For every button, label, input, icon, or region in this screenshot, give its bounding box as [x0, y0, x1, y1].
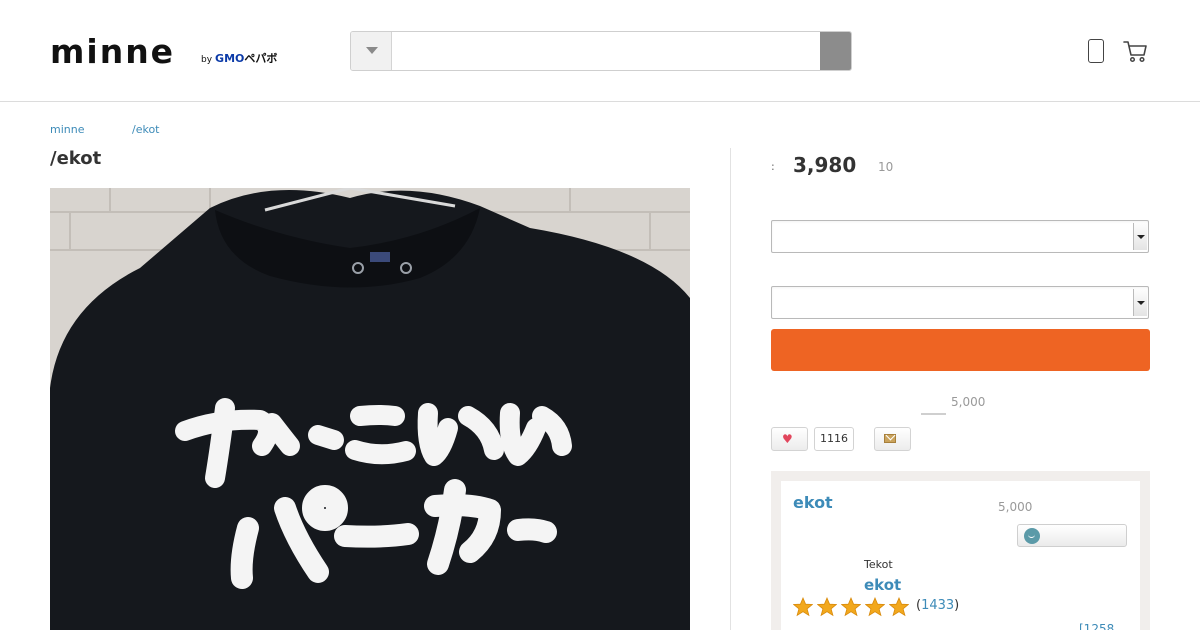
star-icon: [865, 597, 885, 617]
site-header: minne by GMOペパボ: [0, 0, 1200, 102]
review-count: (1433): [916, 598, 959, 613]
follow-button[interactable]: [1017, 524, 1127, 547]
logo-byline: by GMOペパボ: [201, 53, 277, 66]
option-select-1[interactable]: [771, 220, 1149, 253]
star-icon: [889, 597, 909, 617]
breadcrumb-home-link[interactable]: minne: [50, 123, 84, 136]
shop-name-link[interactable]: ekot: [793, 493, 833, 512]
review-count-link[interactable]: 1433: [921, 598, 954, 613]
artist-name-link[interactable]: ekot: [864, 576, 901, 594]
add-to-cart-button[interactable]: [771, 329, 1150, 371]
shipping-divider: [921, 413, 946, 415]
star-icon: [841, 597, 861, 617]
logo-pepabo-text: ペパボ: [244, 52, 278, 65]
review-count-close: ): [954, 598, 960, 613]
chevron-down-icon: [1133, 223, 1147, 250]
shop-card: ekot 5,000 Tekot ekot (1433) [1258: [771, 471, 1150, 630]
rating-stars: [793, 597, 913, 619]
quantity-select[interactable]: [771, 286, 1149, 319]
free-shipping-threshold: 5,000: [951, 395, 986, 409]
search-button[interactable]: [820, 32, 851, 70]
message-button[interactable]: [874, 427, 911, 451]
search-bar: [350, 31, 852, 71]
page-title: /ekot: [50, 148, 102, 169]
cart-icon[interactable]: [1122, 38, 1148, 64]
artist-label: Tekot: [864, 558, 893, 571]
chevron-down-icon: [1133, 289, 1147, 316]
search-input[interactable]: [393, 32, 820, 70]
shop-item-count[interactable]: [1258: [1079, 622, 1114, 630]
search-category-select[interactable]: [351, 32, 392, 70]
logo-by-text: by: [201, 55, 213, 65]
mail-icon: [884, 434, 896, 443]
price: 3,980: [793, 153, 857, 177]
favorite-count: 1116: [814, 427, 854, 451]
column-divider: [730, 148, 731, 630]
chevron-down-icon: [366, 47, 378, 54]
product-image[interactable]: [50, 188, 690, 630]
logo-gmo-text: GMO: [215, 52, 245, 65]
star-icon: [817, 597, 837, 617]
breadcrumb-shop-link[interactable]: /ekot: [132, 123, 160, 136]
favorite-button[interactable]: ♥: [771, 427, 808, 451]
price-note: 10: [878, 160, 894, 174]
star-icon: [793, 597, 813, 617]
shop-card-inner: ekot 5,000 Tekot ekot (1433) [1258: [781, 481, 1140, 630]
price-prefix: :: [771, 160, 775, 173]
site-logo[interactable]: minne: [50, 34, 175, 70]
smile-icon: [1024, 528, 1040, 544]
shop-free-shipping: 5,000: [998, 500, 1033, 514]
phone-icon[interactable]: [1088, 39, 1104, 63]
heart-icon: ♥: [782, 432, 793, 446]
